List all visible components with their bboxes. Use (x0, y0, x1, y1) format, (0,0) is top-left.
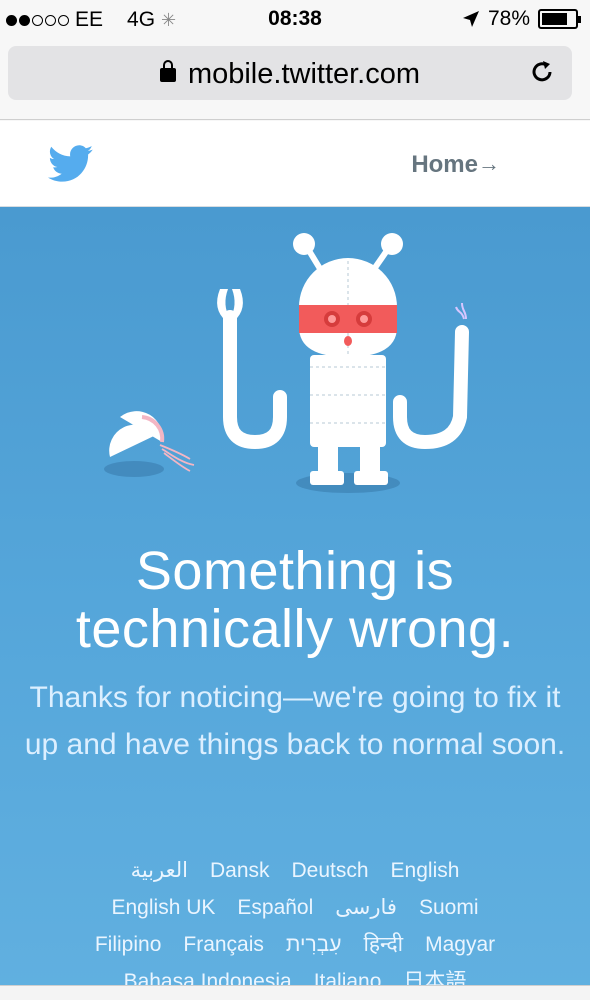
language-link[interactable]: עִבְרִית (286, 933, 342, 956)
home-label: Home (411, 151, 478, 178)
language-link[interactable]: Dansk (210, 859, 270, 882)
reload-icon[interactable] (528, 58, 556, 86)
language-link[interactable]: English UK (112, 896, 216, 919)
error-headline: Something is technically wrong. (75, 541, 515, 659)
arrow-right-icon[interactable]: → (478, 151, 500, 177)
twitter-bird-icon[interactable] (48, 145, 94, 183)
browser-chrome: mobile.twitter.com (0, 40, 590, 120)
language-link[interactable]: Suomi (419, 896, 479, 919)
location-arrow-icon (462, 11, 479, 27)
status-right: 78% (462, 7, 581, 31)
language-link[interactable]: فارسی (335, 896, 397, 919)
error-message: Thanks for noticing—we're going to fix i… (24, 681, 566, 761)
language-link[interactable]: Magyar (425, 933, 495, 956)
address-bar[interactable]: mobile.twitter.com (8, 46, 572, 100)
language-link[interactable]: العربية (131, 859, 188, 882)
language-link[interactable]: Deutsch (292, 859, 369, 882)
url-label: mobile.twitter.com (187, 58, 421, 90)
lock-icon (159, 60, 176, 82)
status-bar: EE 4G ✳ 08:38 78% (0, 0, 590, 40)
address-text[interactable]: mobile.twitter.com (8, 58, 572, 91)
battery-icon (538, 9, 581, 29)
broken-robot-illustration (104, 233, 469, 493)
language-link[interactable]: English (391, 859, 460, 882)
language-link[interactable]: हिन्दी (363, 933, 403, 956)
error-panel: Something is technically wrong. Thanks f… (0, 207, 590, 1000)
browser-bottom-toolbar (0, 985, 590, 1000)
language-list: العربية Dansk Deutsch English English UK Espa… (20, 852, 570, 1000)
language-link[interactable]: Français (183, 933, 264, 956)
language-link[interactable]: Filipino (95, 933, 162, 956)
twitter-header: Home → (0, 121, 590, 207)
home-link[interactable]: Home (411, 151, 478, 179)
language-link[interactable]: Español (237, 896, 313, 919)
battery-percent: 78% (487, 7, 530, 30)
